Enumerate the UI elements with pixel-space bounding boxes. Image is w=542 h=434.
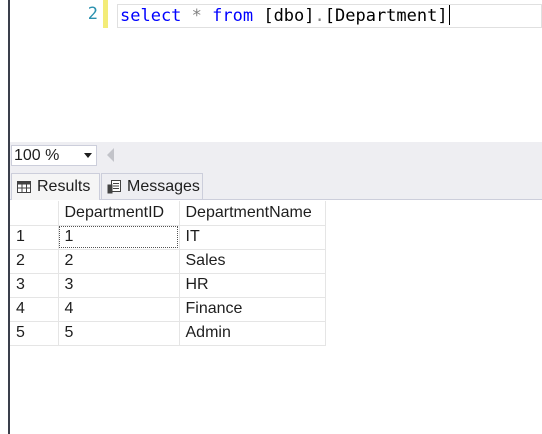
keyword-select: select bbox=[120, 6, 182, 26]
keyword-from: from bbox=[212, 6, 254, 26]
text-caret bbox=[448, 5, 450, 25]
messages-icon bbox=[107, 179, 121, 194]
column-header-departmentid[interactable]: DepartmentID bbox=[58, 201, 180, 226]
table-row[interactable]: 5 5 Admin bbox=[10, 321, 326, 346]
departmentname-cell[interactable]: Sales bbox=[179, 249, 326, 274]
departmentname-cell[interactable]: IT bbox=[179, 225, 326, 250]
operator-star: * bbox=[181, 6, 213, 26]
departmentname-cell[interactable]: HR bbox=[179, 273, 326, 298]
grid-icon bbox=[17, 180, 31, 194]
table-row[interactable]: 3 3 HR bbox=[10, 273, 326, 298]
results-grid[interactable]: DepartmentID DepartmentName 1 1 IT 2 2 S… bbox=[10, 200, 542, 434]
column-header-departmentname[interactable]: DepartmentName bbox=[179, 201, 326, 226]
departmentname-cell[interactable]: Finance bbox=[179, 297, 326, 322]
row-number-cell[interactable]: 5 bbox=[10, 321, 59, 346]
tab-messages[interactable]: Messages bbox=[101, 173, 203, 199]
tab-results-label: Results bbox=[37, 178, 91, 195]
results-table[interactable]: DepartmentID DepartmentName 1 1 IT 2 2 S… bbox=[10, 201, 326, 346]
dot-separator: . bbox=[314, 6, 325, 26]
departmentid-cell[interactable]: 1 bbox=[58, 225, 180, 250]
row-number-cell[interactable]: 3 bbox=[10, 273, 59, 298]
window-left-border bbox=[0, 0, 10, 434]
departmentid-cell[interactable]: 5 bbox=[58, 321, 180, 346]
zoom-dropdown[interactable]: 100 % bbox=[11, 145, 97, 166]
code-line[interactable]: select * from [dbo].[Department] bbox=[120, 5, 450, 27]
table-row[interactable]: 1 1 IT bbox=[10, 225, 326, 250]
zoom-value: 100 % bbox=[14, 147, 60, 164]
table-row[interactable]: 4 4 Finance bbox=[10, 297, 326, 322]
row-number-cell[interactable]: 4 bbox=[10, 297, 59, 322]
departmentid-cell[interactable]: 2 bbox=[58, 249, 180, 274]
table-row[interactable]: 2 2 Sales bbox=[10, 249, 326, 274]
chevron-down-icon[interactable] bbox=[84, 153, 92, 158]
corner-header-cell[interactable] bbox=[10, 201, 59, 226]
scroll-left-arrow-icon[interactable] bbox=[107, 148, 114, 162]
query-editor[interactable]: 2 select * from [dbo].[Department] bbox=[10, 0, 542, 142]
departmentname-cell[interactable]: Admin bbox=[179, 321, 326, 346]
results-tab-strip: Results Messages bbox=[10, 170, 542, 200]
zoom-toolbar: 100 % bbox=[10, 142, 542, 170]
row-number-cell[interactable]: 2 bbox=[10, 249, 59, 274]
table-name: [Department] bbox=[324, 6, 448, 26]
line-number: 2 bbox=[87, 4, 98, 24]
row-number-cell[interactable]: 1 bbox=[10, 225, 59, 250]
tab-messages-label: Messages bbox=[127, 177, 200, 195]
header-row: DepartmentID DepartmentName bbox=[10, 201, 326, 226]
editor-gutter bbox=[10, 0, 32, 142]
departmentid-cell[interactable]: 4 bbox=[58, 297, 180, 322]
code-area[interactable]: select * from [dbo].[Department] bbox=[108, 0, 542, 142]
departmentid-cell[interactable]: 3 bbox=[58, 273, 180, 298]
tab-results[interactable]: Results bbox=[11, 173, 100, 200]
schema-name: [dbo] bbox=[253, 6, 315, 26]
